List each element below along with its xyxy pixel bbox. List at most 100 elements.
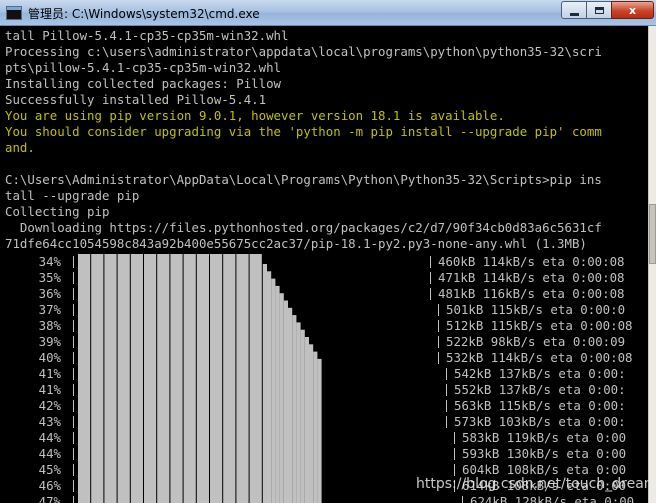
progress-bar-left-edge (71, 398, 76, 414)
progress-fill-step (304, 337, 309, 503)
minimize-button[interactable] (561, 1, 587, 19)
console-line: tall --upgrade pip (5, 188, 140, 203)
progress-bar-right-edge (428, 286, 433, 302)
progress-stats: 552kB 137kB/s eta 0:00: (454, 382, 626, 397)
vertical-scrollbar[interactable] (648, 26, 656, 503)
progress-fill-column (183, 254, 196, 503)
progress-fill-step (313, 351, 318, 503)
progress-stats: 542kB 137kB/s eta 0:00: (454, 366, 626, 381)
progress-bar-left-edge (71, 318, 76, 334)
progress-bar-right-edge (428, 270, 433, 286)
progress-fill-step (317, 358, 322, 503)
progress-fill-column (249, 254, 262, 503)
progress-stats: 512kB 115kB/s eta 0:00:08 (446, 318, 633, 333)
progress-fill-step (300, 329, 305, 503)
progress-fill-step (275, 285, 280, 503)
maximize-icon (594, 6, 604, 14)
progress-bar-left-edge (71, 414, 76, 430)
progress-fill-step (279, 293, 284, 503)
progress-bar-right-edge (436, 318, 441, 334)
progress-bar-left-edge (71, 382, 76, 398)
progress-percent: 39% (38, 334, 61, 349)
progress-stats: 532kB 114kB/s eta 0:00:08 (446, 350, 633, 365)
console-line: 71dfe64cc1054598c843a92b400e55675cc2ac37… (5, 236, 587, 251)
progress-stats: 583kB 119kB/s eta 0:00 (462, 430, 627, 445)
progress-fill-column (210, 254, 223, 503)
progress-bar-left-edge (71, 494, 76, 503)
console-line: Processing c:\users\administrator\appdat… (5, 44, 602, 59)
progress-bar-left-edge (71, 254, 76, 270)
progress-fill-step (296, 322, 301, 503)
progress-fill-column (104, 254, 117, 503)
progress-bar-left-edge (71, 446, 76, 462)
title-bar[interactable]: 管理员: C:\Windows\system32\cmd.exe x (0, 0, 656, 26)
console-line: C:\Users\Administrator\AppData\Local\Pro… (5, 172, 602, 187)
progress-fill-column (78, 254, 91, 503)
progress-percent: 34% (38, 254, 61, 269)
progress-bar-left-edge (71, 302, 76, 318)
progress-bar-fill (78, 254, 322, 503)
progress-fill-column (223, 254, 236, 503)
progress-percent: 41% (38, 382, 61, 397)
progress-bar-left-edge (71, 366, 76, 382)
progress-bar-right-edge (436, 350, 441, 366)
progress-stats: 522kB 98kB/s eta 0:00:09 (446, 334, 626, 349)
progress-fill-step (271, 278, 276, 503)
progress-percent: 47% (38, 494, 61, 503)
progress-percent: 46% (38, 478, 61, 493)
progress-stats: 573kB 103kB/s eta 0:00: (454, 414, 626, 429)
console-line: You should consider upgrading via the 'p… (5, 124, 602, 139)
progress-bar-right-edge (436, 302, 441, 318)
console-line: Collecting pip (5, 204, 110, 219)
progress-fill-column (130, 254, 143, 503)
progress-fill-column (196, 254, 209, 503)
progress-fill-step (267, 271, 272, 503)
progress-fill-column (117, 254, 130, 503)
maximize-button[interactable] (586, 1, 612, 19)
progress-bar-right-edge (460, 494, 465, 503)
progress-percent: 42% (38, 398, 61, 413)
progress-stats: 624kB 128kB/s eta 0:00 (470, 494, 635, 503)
progress-bar-right-edge (428, 254, 433, 270)
progress-bar-left-edge (71, 462, 76, 478)
close-button[interactable]: x (611, 1, 654, 19)
watermark-text: https://blog.csdn.net/touch_dream (416, 476, 656, 492)
progress-percent: 36% (38, 286, 61, 301)
progress-fill-step (288, 307, 293, 503)
progress-fill-step (283, 300, 288, 503)
progress-bar-right-edge (444, 398, 449, 414)
progress-fill-column (91, 254, 104, 503)
progress-percent: 41% (38, 366, 61, 381)
progress-bar-right-edge (436, 334, 441, 350)
progress-percent: 44% (38, 446, 61, 461)
console-line: Downloading https://files.pythonhosted.o… (5, 220, 602, 235)
progress-bar-left-edge (71, 478, 76, 494)
progress-bar-right-edge (452, 446, 457, 462)
progress-bar-left-edge (71, 334, 76, 350)
progress-bar-left-edge (71, 270, 76, 286)
close-icon: x (628, 3, 637, 17)
progress-bar-right-edge (452, 430, 457, 446)
progress-fill-column (236, 254, 249, 503)
console-line: and. (5, 140, 35, 155)
progress-bar-right-edge (444, 366, 449, 382)
console-line: You are using pip version 9.0.1, however… (5, 108, 505, 123)
console-output[interactable]: tall Pillow-5.4.1-cp35-cp35m-win32.whl Pr… (0, 26, 648, 503)
progress-percent: 40% (38, 350, 61, 365)
console-line: Successfully installed Pillow-5.4.1 (5, 92, 267, 107)
cmd-icon (6, 6, 22, 20)
progress-stats: 471kB 114kB/s eta 0:00:08 (438, 270, 625, 285)
scrollbar-thumb[interactable] (649, 204, 656, 264)
progress-fill-step (292, 315, 297, 503)
progress-stats: 481kB 116kB/s eta 0:00:08 (438, 286, 625, 301)
progress-stats: 460kB 114kB/s eta 0:00:08 (438, 254, 625, 269)
window-title: 管理员: C:\Windows\system32\cmd.exe (28, 7, 260, 21)
progress-fill-column (170, 254, 183, 503)
progress-fill-step (262, 264, 267, 503)
progress-percent: 37% (38, 302, 61, 317)
console-line: pts\pillow-5.4.1-cp35-cp35m-win32.whl (5, 60, 282, 75)
progress-bar-left-edge (71, 286, 76, 302)
progress-stats: 563kB 115kB/s eta 0:00: (454, 398, 626, 413)
console-line: tall Pillow-5.4.1-cp35-cp35m-win32.whl (5, 28, 289, 43)
progress-percent: 38% (38, 318, 61, 333)
